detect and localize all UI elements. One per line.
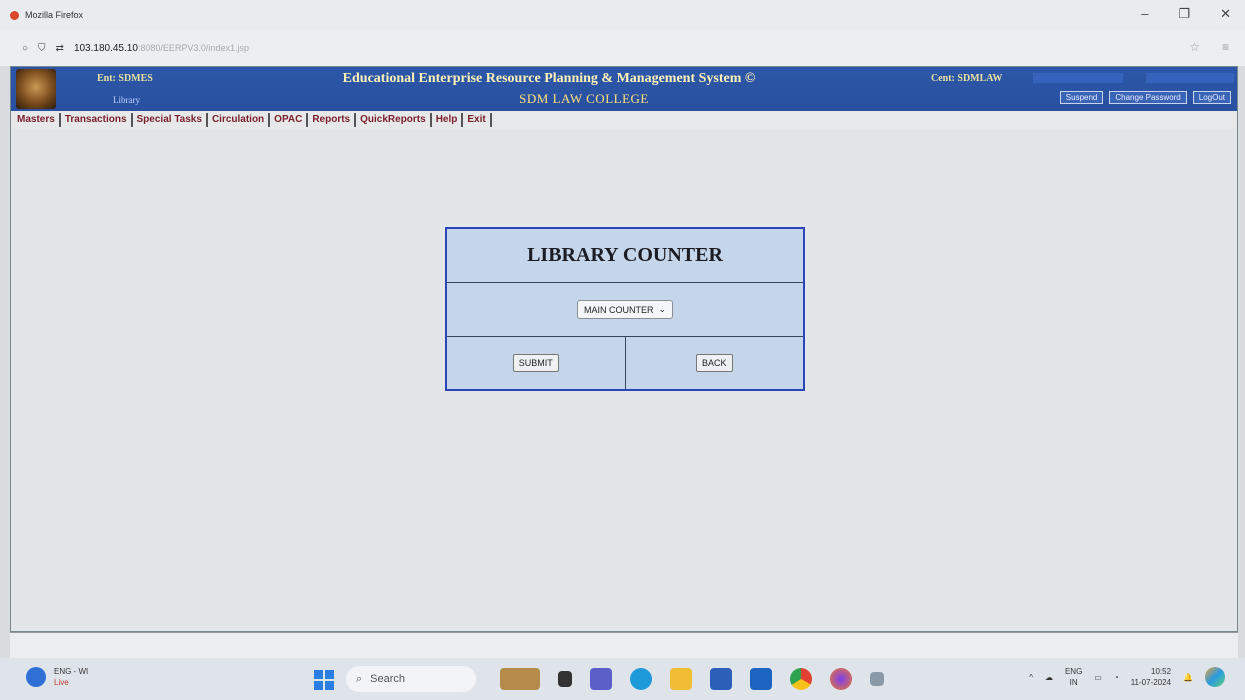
- chevron-down-icon: ⌄: [658, 304, 667, 314]
- chrome-icon[interactable]: [790, 668, 812, 690]
- app-extra-icon[interactable]: [870, 672, 884, 686]
- url-path[interactable]: :8080/EERPV3.0/index1.jsp: [138, 43, 249, 53]
- menu-reports[interactable]: Reports: [308, 113, 357, 127]
- shield-icon[interactable]: ⛉: [38, 43, 46, 54]
- page-bottom-strip: [10, 632, 1238, 658]
- user-info: [1033, 73, 1123, 83]
- url-host[interactable]: 103.180.45.10: [74, 43, 138, 54]
- menu-help[interactable]: Help: [432, 113, 464, 127]
- pinned-apps: [500, 668, 884, 690]
- menu-opac[interactable]: OPAC: [270, 113, 309, 127]
- college-name: SDM LAW COLLEGE: [519, 91, 649, 106]
- system-tray: ^ ☁ ENG IN ▭ ◔ 10:52 11-07-2024 🔔: [1029, 666, 1225, 688]
- file-explorer-icon[interactable]: [670, 668, 692, 690]
- dialog-title: LIBRARY COUNTER: [447, 229, 803, 283]
- language-indicator[interactable]: ENG IN: [1065, 666, 1082, 688]
- menu-quickreports[interactable]: QuickReports: [356, 113, 432, 127]
- close-icon[interactable]: ✕: [1220, 6, 1231, 22]
- edge-icon[interactable]: [630, 668, 652, 690]
- lang-bottom: IN: [1069, 678, 1078, 687]
- url-right-icons: ☆ ≡: [1189, 40, 1229, 54]
- volume-icon[interactable]: ◔: [1114, 673, 1119, 682]
- clock-date: 11-07-2024: [1130, 678, 1172, 687]
- taskview-icon[interactable]: [558, 671, 572, 687]
- start-icon[interactable]: [314, 670, 334, 690]
- address-bar[interactable]: ○ ⛉ ⇄ 103.180.45.10 :8080/EERPV3.0/index…: [0, 30, 1245, 66]
- weather-live: Live: [54, 678, 69, 687]
- lang-top: ENG: [1064, 667, 1083, 676]
- main-menu: Masters Transactions Special Tasks Circu…: [11, 111, 1237, 129]
- firefox-icon: [10, 10, 19, 20]
- cloud-icon[interactable]: ☁: [1045, 673, 1053, 682]
- store-icon[interactable]: [710, 668, 732, 690]
- copilot-icon[interactable]: [1205, 667, 1225, 687]
- chevron-up-icon[interactable]: ^: [1029, 673, 1033, 682]
- submit-cell: SUBMIT: [447, 337, 625, 389]
- dialog-button-row: SUBMIT BACK: [447, 337, 803, 389]
- counter-select-row: MAIN COUNTER ⌄: [447, 283, 803, 337]
- notification-bell-icon[interactable]: 🔔: [1183, 673, 1193, 682]
- search-placeholder: Search: [370, 673, 406, 685]
- bookmark-star-icon[interactable]: ☆: [1189, 40, 1200, 54]
- firefox-taskbar-icon[interactable]: [830, 668, 852, 690]
- taskbar-search[interactable]: ⌕ Search: [346, 666, 476, 692]
- teams-icon[interactable]: [590, 668, 612, 690]
- header-buttons: Suspend Change Password LogOut: [1059, 91, 1231, 104]
- clock[interactable]: 10:52 11-07-2024: [1131, 666, 1171, 688]
- suspend-button[interactable]: Suspend: [1059, 91, 1104, 104]
- date-info: [1146, 73, 1234, 83]
- taskbar: ENG - WI Live ⌕ Search ^ ☁ ENG IN ▭ ◔ 10…: [0, 658, 1245, 700]
- restore-icon[interactable]: ❐: [1178, 6, 1190, 22]
- weather-icon: [26, 667, 46, 687]
- weather-text: ENG - WI Live: [54, 666, 88, 688]
- mail-icon[interactable]: [750, 668, 772, 690]
- menu-exit[interactable]: Exit: [463, 113, 492, 127]
- change-password-button[interactable]: Change Password: [1109, 91, 1187, 104]
- erp-app: Ent: SDMES Library Educational Enterpris…: [10, 66, 1238, 632]
- app-banner: Ent: SDMES Library Educational Enterpris…: [11, 67, 1237, 111]
- menu-transactions[interactable]: Transactions: [61, 113, 133, 127]
- submit-button[interactable]: SUBMIT: [512, 354, 559, 372]
- menu-masters[interactable]: Masters: [13, 113, 61, 127]
- center-label: Cent: SDMLAW: [931, 73, 1003, 84]
- back-cell: BACK: [624, 337, 804, 389]
- menu-icon[interactable]: ≡: [1222, 40, 1229, 54]
- menu-circulation[interactable]: Circulation: [208, 113, 271, 127]
- logout-button[interactable]: LogOut: [1192, 91, 1231, 104]
- counter-select-value: MAIN COUNTER: [583, 304, 654, 315]
- clock-time: 10:52: [1151, 667, 1172, 676]
- counter-select[interactable]: MAIN COUNTER ⌄: [576, 300, 674, 319]
- back-nav-icon[interactable]: ○: [22, 43, 28, 54]
- weather-lang: ENG - WI: [54, 667, 89, 676]
- back-button[interactable]: BACK: [695, 354, 733, 372]
- network-icon[interactable]: ▭: [1094, 673, 1102, 682]
- window-controls: – ❐ ✕: [1141, 6, 1231, 22]
- minimize-icon[interactable]: –: [1141, 6, 1148, 22]
- browser-titlebar: Mozilla Firefox – ❐ ✕: [0, 0, 1245, 30]
- app-thumb-icon[interactable]: [500, 668, 540, 690]
- connection-icon[interactable]: ⇄: [56, 43, 64, 54]
- weather-widget[interactable]: ENG - WI Live: [26, 666, 88, 688]
- browser-title: Mozilla Firefox: [25, 10, 84, 20]
- search-icon: ⌕: [356, 672, 363, 685]
- menu-special-tasks[interactable]: Special Tasks: [133, 113, 208, 127]
- library-counter-dialog: LIBRARY COUNTER MAIN COUNTER ⌄ SUBMIT BA…: [445, 227, 805, 391]
